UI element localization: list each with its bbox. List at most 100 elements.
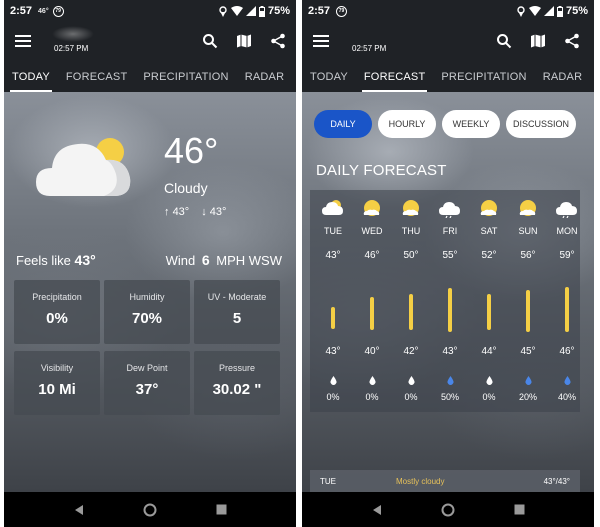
sunny-icon bbox=[478, 198, 500, 218]
pill-weekly[interactable]: WEEKLY bbox=[442, 110, 500, 138]
tile-value: 37° bbox=[135, 381, 159, 398]
day-column[interactable]: SUN 56° 45° 20% bbox=[509, 190, 547, 402]
raindrop-icon bbox=[369, 372, 376, 385]
tab-radar[interactable]: RADAR bbox=[535, 62, 591, 92]
day-name: FRI bbox=[442, 226, 458, 236]
day-low: 40° bbox=[364, 346, 380, 357]
tab-forecast[interactable]: FORECAST bbox=[58, 62, 136, 92]
back-icon[interactable] bbox=[73, 504, 85, 516]
day-column[interactable]: FRI 55° 43° 50% bbox=[431, 190, 469, 402]
pill-hourly[interactable]: HOURLY bbox=[378, 110, 436, 138]
day-low: 46° bbox=[559, 346, 575, 357]
precip-chance: 0% bbox=[404, 392, 418, 402]
day-high: 56° bbox=[520, 250, 536, 261]
tile-pressure[interactable]: Pressure 30.02 " bbox=[194, 351, 280, 415]
sunny-icon bbox=[517, 198, 539, 218]
day-name: WED bbox=[361, 226, 383, 236]
search-button[interactable] bbox=[494, 31, 514, 51]
day-column[interactable]: MON 59° 46° 40% bbox=[548, 190, 586, 402]
precip-chance: 50% bbox=[440, 392, 459, 402]
tab-bar: TODAY FORECAST PRECIPITATION RADAR S bbox=[302, 62, 594, 92]
recents-icon[interactable] bbox=[514, 504, 525, 515]
day-column[interactable]: THU 50° 42° 0% bbox=[392, 190, 430, 402]
day-name: MON bbox=[556, 226, 578, 236]
day-high: 59° bbox=[559, 250, 575, 261]
update-time: 02:57 PM bbox=[352, 44, 387, 53]
signal-icon bbox=[543, 6, 554, 16]
wind-label: Wind bbox=[165, 253, 196, 268]
tile-humidity[interactable]: Humidity 70% bbox=[104, 280, 190, 344]
tile-dew-point[interactable]: Dew Point 37° bbox=[104, 351, 190, 415]
app-bar: 02:57 PM bbox=[4, 22, 296, 62]
tab-radar[interactable]: RADAR bbox=[237, 62, 293, 92]
arrow-down-icon: ↓ bbox=[201, 206, 207, 218]
tab-more[interactable]: S bbox=[590, 62, 594, 92]
status-bar: 2:57 46° 79 75% bbox=[4, 0, 296, 22]
day-low: 43° bbox=[325, 346, 341, 357]
tab-precipitation[interactable]: PRECIPITATION bbox=[135, 62, 236, 92]
tab-forecast[interactable]: FORECAST bbox=[356, 62, 434, 92]
raindrop-icon bbox=[408, 372, 415, 385]
tile-uv[interactable]: UV - Moderate 5 bbox=[194, 280, 280, 344]
home-icon[interactable] bbox=[143, 503, 157, 517]
status-time: 2:57 bbox=[10, 5, 33, 17]
tile-label: Visibility bbox=[40, 363, 74, 373]
pill-daily[interactable]: DAILY bbox=[314, 110, 372, 138]
battery-percent: 75% bbox=[565, 5, 588, 17]
temp-range-bar bbox=[565, 287, 569, 332]
signal-icon bbox=[245, 6, 256, 16]
map-button[interactable] bbox=[528, 31, 548, 51]
status-bar: 2:57 79 75% bbox=[302, 0, 594, 22]
tile-visibility[interactable]: Visibility 10 Mi bbox=[14, 351, 100, 415]
day-high: 43° bbox=[325, 250, 341, 261]
raindrop-icon bbox=[525, 372, 532, 385]
wifi-icon bbox=[230, 6, 243, 16]
feels-like: Feels like 43° bbox=[16, 252, 96, 268]
temp-range-bar bbox=[331, 307, 335, 329]
notification-icon: 79 bbox=[52, 5, 64, 17]
tab-more[interactable]: S bbox=[292, 62, 296, 92]
location-icon bbox=[517, 5, 525, 17]
current-temperature: 46° bbox=[164, 130, 219, 171]
recents-icon[interactable] bbox=[216, 504, 227, 515]
location-icon bbox=[219, 5, 227, 17]
search-button[interactable] bbox=[200, 31, 220, 51]
tab-bar: TODAY FORECAST PRECIPITATION RADAR S bbox=[4, 62, 296, 92]
tab-precipitation[interactable]: PRECIPITATION bbox=[433, 62, 534, 92]
tab-today[interactable]: TODAY bbox=[4, 62, 58, 92]
map-button[interactable] bbox=[234, 31, 254, 51]
forecast-screen: 2:57 79 75% 02:57 PM TODAY FORECAST PREC… bbox=[302, 0, 594, 527]
share-button[interactable] bbox=[562, 31, 582, 51]
forecast-row-peek[interactable]: TUE Mostly cloudy 43°/43° bbox=[310, 470, 580, 492]
precip-chance: 20% bbox=[518, 392, 537, 402]
tile-label: UV - Moderate bbox=[207, 292, 267, 302]
day-name: SAT bbox=[480, 226, 498, 236]
wifi-icon bbox=[528, 6, 541, 16]
day-column[interactable]: WED 46° 40° 0% bbox=[353, 190, 391, 402]
location-name[interactable] bbox=[52, 26, 94, 42]
wind-unit: MPH WSW bbox=[216, 253, 282, 268]
day-low: 43° bbox=[442, 346, 458, 357]
day-column[interactable]: TUE 43° 43° 0% bbox=[314, 190, 352, 402]
day-high: 50° bbox=[403, 250, 419, 261]
tab-today[interactable]: TODAY bbox=[302, 62, 356, 92]
day-column[interactable]: SAT 52° 44° 0% bbox=[470, 190, 508, 402]
peek-temps: 43°/43° bbox=[543, 476, 570, 486]
menu-icon[interactable] bbox=[312, 32, 330, 50]
update-time: 02:57 PM bbox=[54, 44, 89, 53]
home-icon[interactable] bbox=[441, 503, 455, 517]
tile-precipitation[interactable]: Precipitation 0% bbox=[14, 280, 100, 344]
system-nav-bar bbox=[4, 492, 296, 527]
temp-range-bar bbox=[370, 297, 374, 330]
rain-icon bbox=[556, 198, 578, 219]
precip-chance: 0% bbox=[365, 392, 379, 402]
menu-icon[interactable] bbox=[14, 32, 32, 50]
low-temp: ↓ 43° bbox=[201, 206, 227, 218]
day-high: 55° bbox=[442, 250, 458, 261]
temp-range-bar bbox=[448, 288, 452, 332]
pill-discussion[interactable]: DISCUSSION bbox=[506, 110, 576, 138]
back-icon[interactable] bbox=[371, 504, 383, 516]
share-button[interactable] bbox=[268, 31, 288, 51]
tile-value: 5 bbox=[232, 310, 242, 327]
raindrop-icon bbox=[447, 372, 454, 385]
